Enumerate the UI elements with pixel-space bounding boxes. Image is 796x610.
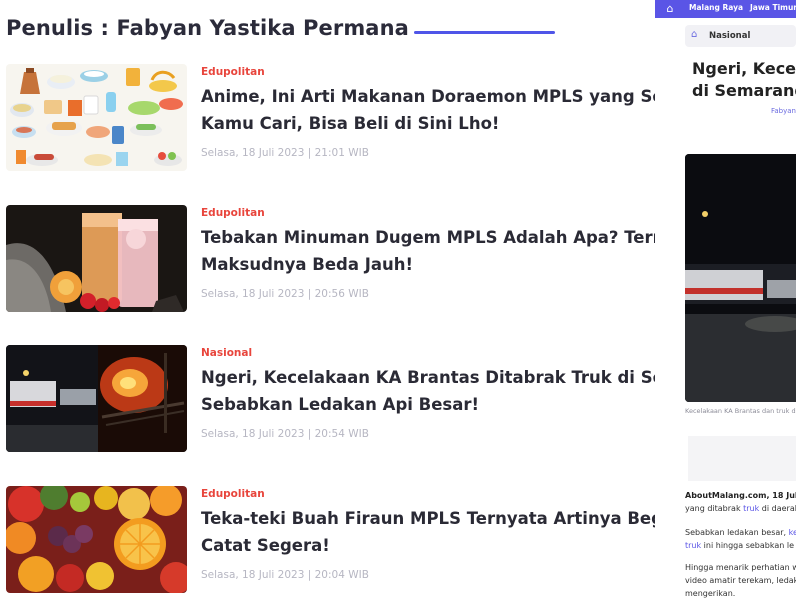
article-body-line: mengerikan. (685, 589, 736, 598)
article-headline[interactable]: Ngeri, Kecelakaan KA Brantas Ditabrak Tr… (201, 364, 655, 418)
breadcrumb-category[interactable]: Nasional (709, 31, 750, 41)
article-body-line: video amatir terekam, ledak (685, 576, 796, 585)
article-date: Selasa, 18 Juli 2023 | 20:04 WIB (201, 569, 369, 581)
article-card[interactable]: Edupolitan Teka-teki Buah Firaun MPLS Te… (6, 486, 655, 593)
page-title: Penulis : Fabyan Yastika Permana (6, 16, 409, 40)
article-headline[interactable]: Teka-teki Buah Firaun MPLS Ternyata Arti… (201, 505, 655, 559)
article-thumbnail-train-fire[interactable] (6, 345, 187, 452)
inline-link[interactable]: ke (789, 528, 796, 537)
top-nav-bar: ⌂ Malang Raya Jawa Timur (655, 0, 796, 18)
article-date: Selasa, 18 Juli 2023 | 21:01 WIB (201, 147, 369, 159)
article-card[interactable]: Edupolitan Tebakan Minuman Dugem MPLS Ad… (6, 205, 655, 312)
article-body-line: AboutMalang.com, 18 Juli 2 (685, 489, 796, 502)
inline-link-truk[interactable]: truk (685, 541, 701, 550)
headline-line[interactable]: Tebakan Minuman Dugem MPLS Adalah Apa? T… (201, 224, 655, 251)
article-body-line: yang ditabrak truk di daerah (685, 502, 796, 515)
article-thumbnail-fruits[interactable] (6, 486, 187, 593)
body-text: ini hingga sebabkan le (701, 541, 795, 550)
article-thumbnail-food[interactable] (6, 64, 187, 171)
article-card[interactable]: Nasional Ngeri, Kecelakaan KA Brantas Di… (6, 345, 655, 452)
image-caption: Kecelakaan KA Brantas dan truk di (685, 407, 796, 415)
article-body-line: Sebabkan ledakan besar, ke (685, 526, 796, 539)
nav-link-malang-raya[interactable]: Malang Raya (689, 3, 743, 12)
headline-line[interactable]: Anime, Ini Arti Makanan Doraemon MPLS ya… (201, 83, 655, 110)
article-headline[interactable]: Anime, Ini Arti Makanan Doraemon MPLS ya… (201, 83, 655, 137)
article-title-line: Ngeri, Kecelakaan (692, 59, 796, 78)
dateline: AboutMalang.com, 18 Juli 2 (685, 491, 796, 500)
headline-line[interactable]: Ngeri, Kecelakaan KA Brantas Ditabrak Tr… (201, 364, 655, 391)
title-underline (414, 31, 555, 34)
article-category[interactable]: Edupolitan (201, 488, 265, 500)
article-preview-panel: ⌂ Malang Raya Jawa Timur ⌂ Nasional Nger… (655, 0, 796, 610)
article-body-line: truk ini hingga sebabkan le (685, 539, 794, 552)
article-category[interactable]: Edupolitan (201, 66, 265, 78)
article-date: Selasa, 18 Juli 2023 | 20:56 WIB (201, 288, 369, 300)
article-author-link[interactable]: Fabyan (771, 107, 796, 115)
headline-line[interactable]: Catat Segera! (201, 532, 655, 559)
body-text: di daerah (759, 504, 796, 513)
article-title: Ngeri, Kecelakaan di Semarang (692, 58, 796, 102)
article-card[interactable]: Edupolitan Anime, Ini Arti Makanan Dorae… (6, 64, 655, 171)
article-category[interactable]: Nasional (201, 347, 252, 359)
nav-link-jawa-timur[interactable]: Jawa Timur (750, 3, 796, 12)
headline-line[interactable]: Teka-teki Buah Firaun MPLS Ternyata Arti… (201, 505, 655, 532)
ad-placeholder (688, 436, 796, 481)
inline-link-truk[interactable]: truk (743, 504, 759, 513)
headline-line[interactable]: Sebabkan Ledakan Api Besar! (201, 391, 655, 418)
article-title-line: di Semarang (692, 81, 796, 100)
headline-line[interactable]: Maksudnya Beda Jauh! (201, 251, 655, 278)
article-body-line: Hingga menarik perhatian w (685, 563, 796, 572)
home-icon[interactable]: ⌂ (663, 2, 677, 16)
article-main-image (685, 154, 796, 402)
breadcrumb-home-icon[interactable]: ⌂ (691, 29, 697, 40)
body-text: Sebabkan ledakan besar, (685, 528, 789, 537)
article-headline[interactable]: Tebakan Minuman Dugem MPLS Adalah Apa? T… (201, 224, 655, 278)
headline-line[interactable]: Kamu Cari, Bisa Beli di Sini Lho! (201, 110, 655, 137)
article-date: Selasa, 18 Juli 2023 | 20:54 WIB (201, 428, 369, 440)
author-article-list: Penulis : Fabyan Yastika Permana Edupoli… (0, 0, 655, 610)
article-thumbnail-drinks[interactable] (6, 205, 187, 312)
body-text: yang ditabrak (685, 504, 744, 513)
article-category[interactable]: Edupolitan (201, 207, 265, 219)
breadcrumb: ⌂ Nasional (685, 25, 796, 47)
